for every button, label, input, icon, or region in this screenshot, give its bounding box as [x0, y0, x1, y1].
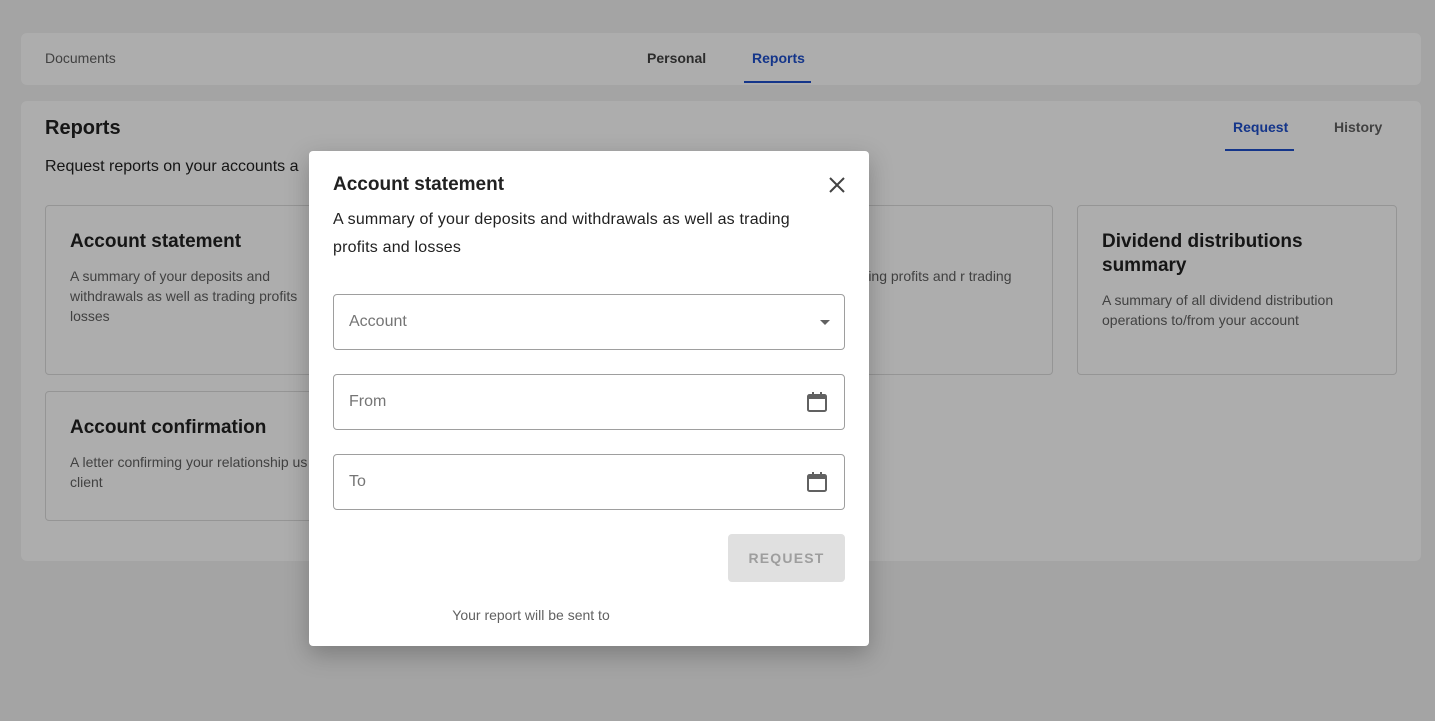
account-select[interactable]: Account [333, 294, 845, 350]
close-button[interactable] [823, 171, 851, 199]
close-icon [829, 177, 845, 193]
account-statement-dialog: Account statement A summary of your depo… [309, 151, 869, 646]
to-date-field[interactable]: To [333, 454, 845, 510]
to-date-label: To [349, 473, 366, 490]
chevron-down-icon [820, 320, 830, 325]
from-date-label: From [349, 393, 387, 410]
from-date-field[interactable]: From [333, 374, 845, 430]
calendar-icon[interactable] [806, 471, 828, 493]
report-destination-note: Your report will be sent to [452, 607, 610, 623]
dialog-description: A summary of your deposits and withdrawa… [333, 211, 790, 256]
request-button[interactable]: REQUEST [728, 534, 845, 582]
dialog-title: Account statement [333, 174, 505, 195]
calendar-icon[interactable] [806, 391, 828, 413]
account-select-label: Account [349, 313, 407, 330]
page: Documents Personal Reports Reports Reque… [0, 0, 1435, 721]
